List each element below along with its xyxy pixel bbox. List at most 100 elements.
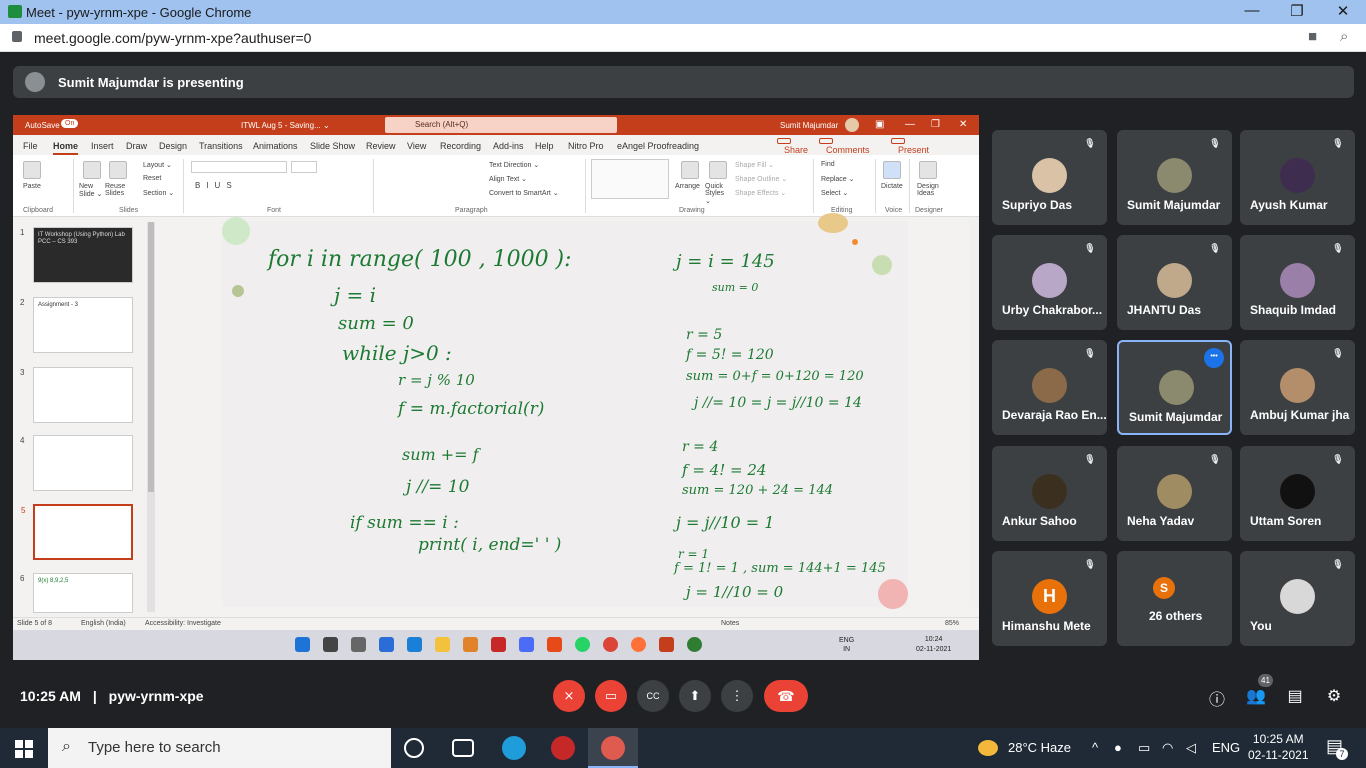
design-ideas-icon[interactable]	[919, 161, 937, 179]
mic-off-button[interactable]: ⨯	[553, 680, 585, 712]
battery-icon[interactable]: ▭	[1138, 740, 1150, 756]
section-button[interactable]: Section ⌄	[143, 189, 174, 197]
ppt-close-icon[interactable]: ✕	[959, 119, 967, 130]
tab-animations[interactable]: Animations	[253, 141, 298, 151]
scroll-thumb[interactable]	[148, 222, 154, 492]
slide-thumb-3[interactable]: 3	[20, 367, 133, 423]
participant-tile[interactable]: H Himanshu Mete 🎙	[992, 551, 1107, 646]
slide-scrollbar[interactable]	[969, 217, 979, 607]
participant-tile[interactable]: You 🎙	[1240, 551, 1355, 646]
participant-tile[interactable]: Ayush Kumar 🎙	[1240, 130, 1355, 225]
shapes-gallery[interactable]	[591, 159, 669, 199]
windows-start-icon[interactable]	[15, 740, 33, 758]
participant-tile[interactable]: Uttam Soren 🎙	[1240, 446, 1355, 541]
participant-tile[interactable]: Shaquib Imdad 🎙	[1240, 235, 1355, 330]
tab-eangel[interactable]: eAngel Proofreading	[617, 141, 699, 151]
dictate-icon[interactable]	[883, 161, 901, 179]
info-icon[interactable]: ⓘ	[1206, 686, 1228, 710]
task-view-icon[interactable]	[452, 739, 474, 757]
replace-button[interactable]: Replace ⌄	[821, 175, 855, 183]
paste-icon[interactable]	[23, 161, 41, 179]
participant-tile[interactable]: Neha Yadav 🎙	[1117, 446, 1232, 541]
ppt-minimize-icon[interactable]: —	[905, 119, 915, 130]
address-bar[interactable]: meet.google.com/pyw-yrnm-xpe?authuser=0 …	[0, 24, 1366, 52]
reuse-slides-icon[interactable]	[109, 161, 127, 179]
shape-fill-button[interactable]: Shape Fill ⌄	[735, 161, 774, 169]
url-text[interactable]: meet.google.com/pyw-yrnm-xpe?authuser=0	[34, 30, 311, 46]
new-slide-icon[interactable]	[83, 161, 101, 179]
restore-icon[interactable]: ❐	[1277, 2, 1317, 20]
reset-button[interactable]: Reset	[143, 175, 161, 182]
activities-icon[interactable]: ⚙	[1323, 686, 1345, 706]
volume-icon[interactable]: ◁	[1186, 740, 1196, 756]
cortana-icon[interactable]	[404, 738, 424, 758]
tab-draw[interactable]: Draw	[126, 141, 147, 151]
arrange-icon[interactable]	[681, 161, 699, 179]
shape-outline-button[interactable]: Shape Outline ⌄	[735, 175, 787, 183]
shape-effects-button[interactable]: Shape Effects ⌄	[735, 189, 786, 197]
tab-home[interactable]: Home	[53, 141, 79, 155]
tab-file[interactable]: File	[23, 141, 38, 151]
find-button[interactable]: Find	[821, 161, 835, 168]
language-indicator[interactable]: ENG	[1212, 740, 1240, 755]
participant-tile[interactable]: Ankur Sahoo 🎙	[992, 446, 1107, 541]
participant-tile[interactable]: Urby Chakrabor... 🎙	[992, 235, 1107, 330]
tab-slideshow[interactable]: Slide Show	[310, 141, 355, 151]
slide-thumb-1[interactable]: 1 IT Workshop (Using Python) Lab PCC – CS…	[20, 227, 133, 283]
tab-addins[interactable]: Add-ins	[493, 141, 524, 151]
tab-review[interactable]: Review	[366, 141, 396, 151]
leave-call-button[interactable]: ☎	[764, 680, 808, 712]
tray-chevron-icon[interactable]: ^	[1092, 740, 1098, 755]
participant-tile[interactable]: Ambuj Kumar jha 🎙	[1240, 340, 1355, 435]
align-text-button[interactable]: Align Text ⌄	[489, 175, 527, 183]
minimize-icon[interactable]: —	[1232, 2, 1272, 19]
thumbs-scrollbar[interactable]	[147, 222, 155, 612]
notes-button[interactable]: Notes	[721, 620, 739, 627]
slide-thumb-6[interactable]: 6 9(x) 8,9,2,5	[20, 573, 133, 613]
wifi-icon[interactable]: ◠	[1162, 740, 1173, 756]
layout-button[interactable]: Layout ⌄	[143, 161, 172, 169]
people-icon[interactable]: 👥	[1245, 686, 1267, 706]
ppt-ribbon-toggle-icon[interactable]: ▣	[875, 119, 884, 130]
camera-icon[interactable]: ■	[1308, 28, 1317, 45]
font-format-icons[interactable]: BIUS	[195, 181, 238, 190]
font-size-select[interactable]	[291, 161, 317, 173]
close-icon[interactable]: ✕	[1323, 2, 1363, 20]
ppt-search[interactable]: Search (Alt+Q)	[385, 117, 617, 133]
weather-icon[interactable]	[978, 740, 998, 756]
participant-tile[interactable]: Devaraja Rao En... 🎙	[992, 340, 1107, 435]
text-direction-button[interactable]: Text Direction ⌄	[489, 161, 539, 169]
captions-button[interactable]: CC	[637, 680, 669, 712]
tab-design[interactable]: Design	[159, 141, 187, 151]
quick-styles-icon[interactable]	[709, 161, 727, 179]
accessibility-status[interactable]: Accessibility: Investigate	[145, 620, 221, 627]
zoom-level[interactable]: 85%	[945, 620, 959, 627]
taskbar-search[interactable]: ⌕ Type here to search	[48, 728, 391, 768]
language-status[interactable]: English (India)	[81, 620, 126, 627]
participant-tile[interactable]: Supriyo Das 🎙	[992, 130, 1107, 225]
tab-help[interactable]: Help	[535, 141, 554, 151]
mic-icon[interactable]: ●	[1114, 740, 1122, 755]
autosave-toggle[interactable]: On	[61, 119, 79, 128]
participant-tile[interactable]: Sumit Majumdar 🎙	[1117, 130, 1232, 225]
tab-view[interactable]: View	[407, 141, 426, 151]
tab-insert[interactable]: Insert	[91, 141, 114, 151]
chat-icon[interactable]: ▤	[1284, 686, 1306, 706]
more-options-button[interactable]: ⋮	[721, 680, 753, 712]
tab-recording[interactable]: Recording	[440, 141, 481, 151]
slide-thumb-2[interactable]: 2 Assignment - 3	[20, 297, 133, 353]
weather-text[interactable]: 28°C Haze	[1008, 740, 1071, 755]
slide-thumb-4[interactable]: 4	[20, 435, 133, 491]
participant-tile[interactable]: Sumit Majumdar •••	[1117, 340, 1232, 435]
edge-icon[interactable]	[502, 736, 526, 760]
present-button[interactable]: ⬆	[679, 680, 711, 712]
participant-tile[interactable]: JHANTU Das 🎙	[1117, 235, 1232, 330]
windows-clock[interactable]: 10:25 AM 02-11-2021	[1248, 731, 1309, 763]
app-icon[interactable]	[551, 736, 575, 760]
present-teams-button[interactable]: Present in Teams	[891, 138, 929, 175]
comments-button[interactable]: Comments	[819, 138, 870, 155]
ppt-restore-icon[interactable]: ❐	[931, 119, 940, 130]
font-family-select[interactable]	[191, 161, 287, 173]
slide-thumb-5[interactable]: 5	[21, 504, 133, 560]
smartart-button[interactable]: Convert to SmartArt ⌄	[489, 189, 559, 197]
